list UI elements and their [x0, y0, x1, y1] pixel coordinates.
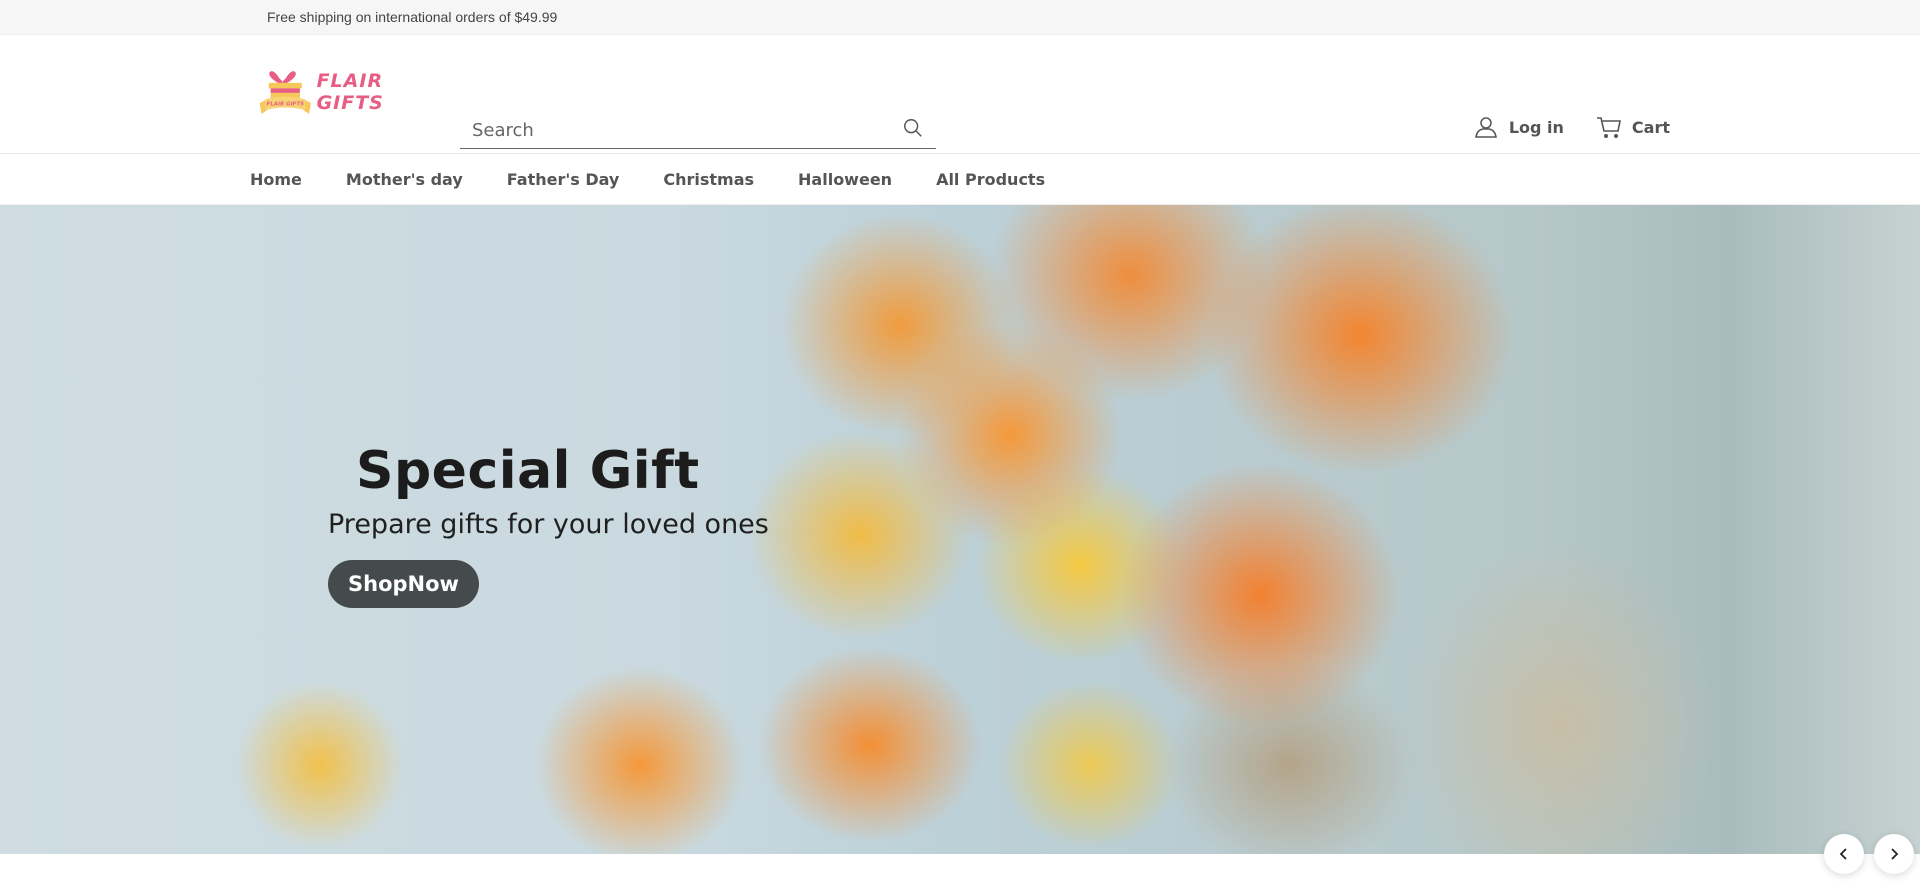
slider-controls: [1824, 834, 1914, 874]
login-link[interactable]: Log in: [1473, 115, 1564, 139]
search-icon[interactable]: [902, 117, 924, 139]
login-label: Log in: [1508, 117, 1564, 137]
hero-title: Special Gift: [356, 441, 700, 501]
hero-subtitle: Prepare gifts for your loved ones: [328, 509, 769, 540]
main-nav: Home Mother's day Father's Day Christmas…: [0, 154, 1920, 205]
nav-item-mothers-day[interactable]: Mother's day: [346, 170, 463, 189]
nav-item-home[interactable]: Home: [250, 170, 302, 189]
slider-next-button[interactable]: [1874, 834, 1914, 874]
svg-text:FLAIR GIFTS: FLAIR GIFTS: [266, 102, 304, 108]
cart-link[interactable]: Cart: [1596, 115, 1670, 139]
logo-text: FLAIR GIFTS: [316, 70, 384, 114]
site-header: FLAIR GIFTS FLAIR GIFTS Log in Cart: [0, 35, 1920, 154]
cart-icon: [1596, 117, 1621, 138]
hero-banner: Special Gift Prepare gifts for your love…: [0, 205, 1920, 854]
cart-label: Cart: [1631, 117, 1670, 137]
search-bar: [460, 99, 936, 149]
slider-prev-button[interactable]: [1824, 834, 1864, 874]
gift-logo-icon: FLAIR GIFTS: [259, 71, 311, 114]
nav-item-halloween[interactable]: Halloween: [798, 170, 892, 189]
announcement-bar: Free shipping on international orders of…: [0, 0, 1920, 35]
logo[interactable]: FLAIR GIFTS FLAIR GIFTS: [256, 57, 446, 127]
nav-item-fathers-day[interactable]: Father's Day: [507, 170, 620, 189]
chevron-right-icon: [1891, 848, 1899, 860]
nav-item-all-products[interactable]: All Products: [936, 170, 1045, 189]
shop-now-button[interactable]: ShopNow: [328, 560, 479, 608]
user-icon: [1474, 117, 1497, 138]
nav-item-christmas[interactable]: Christmas: [663, 170, 754, 189]
header-actions: Log in Cart: [1473, 115, 1670, 139]
announcement-text: Free shipping on international orders of…: [267, 9, 558, 25]
search-input[interactable]: [460, 120, 880, 141]
hero-content: Special Gift Prepare gifts for your love…: [328, 445, 769, 608]
chevron-left-icon: [1839, 848, 1847, 860]
